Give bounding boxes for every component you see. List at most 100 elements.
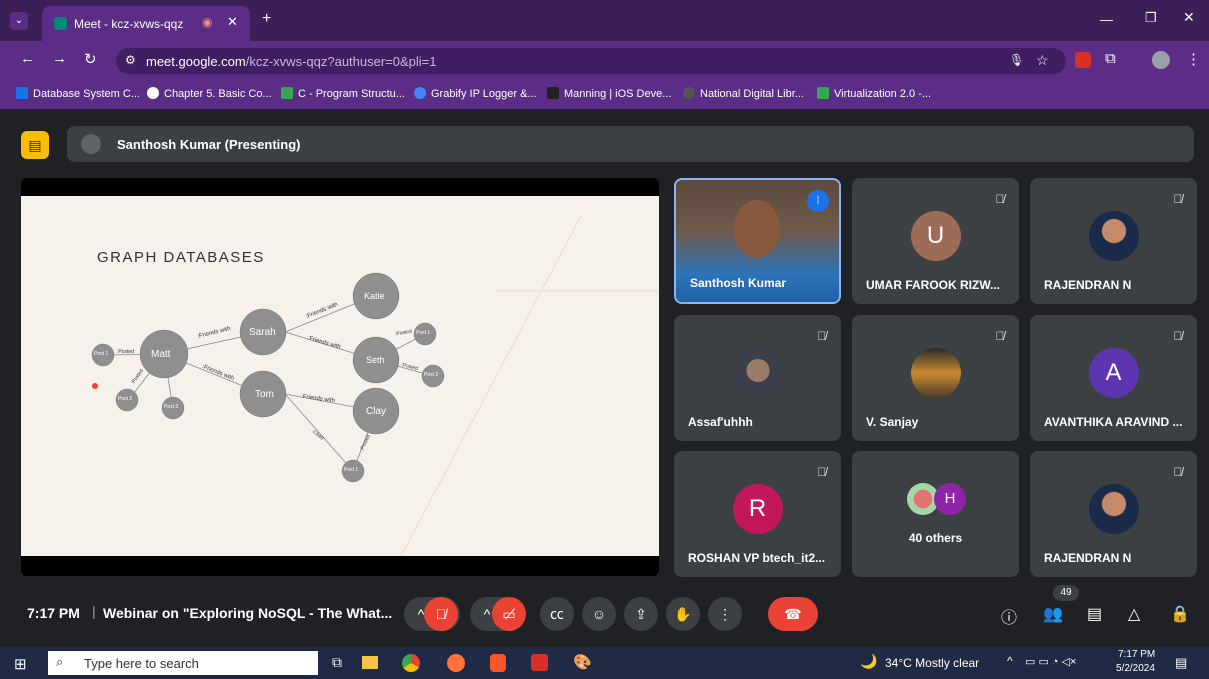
notifications-icon[interactable]: ▤ — [1175, 655, 1187, 671]
meet-favicon-icon — [54, 17, 67, 30]
node-label-seth-post1: Post 1 — [416, 330, 431, 336]
speaker-face — [734, 200, 780, 258]
node-label-tom: Tom — [255, 389, 274, 400]
node-label-clay-post1: Post 1 — [344, 467, 359, 473]
minimize-icon[interactable]: — — [1100, 12, 1113, 27]
chat-icon[interactable]: ▤ — [1087, 604, 1102, 624]
site-info-icon[interactable]: ⚙ — [125, 53, 136, 67]
chrome-icon[interactable] — [402, 654, 420, 672]
extensions-icon[interactable]: ⧉ — [1105, 50, 1116, 67]
profile-avatar-icon[interactable] — [1152, 51, 1170, 69]
url-text: meet.google.com/kcz-xvws-qqz?authuser=0&… — [146, 54, 437, 69]
avatar: R — [732, 484, 783, 534]
node-label-post1: Post 1 — [94, 351, 109, 357]
mic-toggle-button[interactable]: 🎙̸ — [424, 597, 458, 631]
info-icon[interactable]: ⓘ — [1001, 604, 1017, 628]
brave-icon[interactable] — [490, 654, 506, 672]
bookmark-3[interactable]: C - Program Structu... — [281, 87, 405, 100]
tab-title: Meet - kcz-xvws-qqz — [74, 17, 184, 31]
leave-call-button[interactable]: ☎ — [768, 597, 818, 631]
participant-tile[interactable]: 🎙̸ R ROSHAN VP btech_it2... — [674, 451, 841, 577]
acrobat-icon[interactable] — [531, 654, 548, 671]
node-label-post3: Post 3 — [164, 404, 179, 410]
participant-tile[interactable]: 🎙̸ V. Sanjay — [852, 315, 1019, 441]
clock-time[interactable]: 7:17 PM — [1118, 649, 1155, 660]
bookmark-star-icon[interactable]: ☆ — [1036, 52, 1049, 69]
bookmark-label: Virtualization 2.0 -... — [834, 88, 932, 100]
windows-start-icon[interactable]: ⊞ — [14, 655, 27, 673]
presenter-avatar — [81, 134, 101, 154]
bookmark-4[interactable]: Grabify IP Logger &... — [414, 87, 537, 100]
search-placeholder: Type here to search — [84, 656, 199, 671]
close-window-icon[interactable]: ✕ — [1183, 9, 1195, 26]
host-controls-icon[interactable]: 🔒 — [1170, 604, 1190, 624]
bookmark-favicon-icon — [147, 87, 159, 99]
restore-icon[interactable]: ❐ — [1145, 10, 1157, 26]
weather-text[interactable]: 34°C Mostly clear — [885, 656, 979, 670]
file-explorer-icon[interactable] — [362, 656, 378, 669]
raise-hand-button[interactable]: ✋ — [666, 597, 700, 631]
tray-icons[interactable]: ▭ ▭ ◔ ◁× — [1025, 655, 1076, 668]
mic-icon[interactable]: 🎙 — [1009, 53, 1024, 67]
new-tab-button[interactable]: + — [262, 10, 271, 28]
tray-chevron-icon[interactable]: ^ — [1007, 654, 1013, 668]
avatar — [910, 348, 961, 398]
others-tile[interactable]: H 40 others — [852, 451, 1019, 577]
participant-tile[interactable]: 🎙̸ RAJENDRAN N — [1030, 178, 1197, 304]
avatar — [1088, 484, 1139, 534]
back-icon[interactable]: ← — [20, 50, 35, 67]
more-options-button[interactable]: ⋮ — [708, 597, 742, 631]
participant-tile[interactable]: 🎙̸ A AVANTHIKA ARAVIND ... — [1030, 315, 1197, 441]
participant-tile[interactable]: 🎙̸ RAJENDRAN N — [1030, 451, 1197, 577]
bookmark-6[interactable]: National Digital Libr... — [683, 87, 804, 100]
activities-icon[interactable]: △ — [1128, 604, 1140, 624]
forward-icon[interactable]: → — [52, 50, 67, 67]
edge-label: :Posted — [117, 349, 134, 355]
muted-mic-icon: 🎙̸ — [995, 329, 1005, 343]
paint-icon[interactable]: 🎨 — [573, 653, 592, 671]
task-view-icon[interactable]: ⧉ — [332, 654, 342, 671]
tile-name: Santhosh Kumar — [690, 276, 787, 290]
browser-tab-meet[interactable]: Meet - kcz-xvws-qqz ◉ ✕ — [42, 6, 250, 41]
close-tab-icon[interactable]: ✕ — [227, 14, 238, 30]
bookmark-2[interactable]: Chapter 5. Basic Co... — [147, 87, 272, 100]
bookmark-label: C - Program Structu... — [298, 88, 405, 100]
node-label-clay: Clay — [366, 406, 387, 417]
people-icon[interactable]: 👥 — [1043, 604, 1063, 624]
presenting-banner: Santhosh Kumar (Presenting) — [67, 126, 1194, 162]
camera-toggle-button[interactable]: ▭̸ — [492, 597, 526, 631]
slide: GRAPH DATABASES Matt Sarah Tom Katie Set… — [21, 196, 659, 556]
tile-name: Assaf'uhhh — [688, 415, 753, 429]
participant-tile[interactable]: 🎙̸ Assaf'uhhh — [674, 315, 841, 441]
shared-screen: GRAPH DATABASES Matt Sarah Tom Katie Set… — [21, 178, 659, 576]
address-bar[interactable]: ⚙ meet.google.com/kcz-xvws-qqz?authuser=… — [116, 48, 1066, 74]
tab-search-button[interactable]: ⌄ — [10, 12, 28, 30]
weather-icon: 🌙 — [860, 653, 878, 669]
clock-date[interactable]: 5/2/2024 — [1116, 663, 1155, 674]
bookmark-label: Chapter 5. Basic Co... — [164, 88, 272, 100]
bookmark-1[interactable]: Database System C... — [16, 87, 140, 100]
tile-name: AVANTHIKA ARAVIND ... — [1044, 415, 1183, 429]
reload-icon[interactable]: ↻ — [84, 50, 97, 68]
captions-button[interactable]: ㏄ — [540, 597, 574, 631]
taskbar-search-input[interactable]: ⌕ Type here to search — [48, 651, 318, 675]
bookmark-label: National Digital Libr... — [700, 88, 804, 100]
node-label-katie: Katie — [364, 291, 385, 301]
tile-name: RAJENDRAN N — [1044, 278, 1132, 292]
presentation-icon[interactable]: ▤ — [21, 131, 49, 159]
avatar: U — [910, 211, 961, 261]
present-button[interactable]: ⇪ — [624, 597, 658, 631]
menu-icon[interactable]: ⋮ — [1186, 50, 1201, 68]
pdf-extension-icon[interactable] — [1075, 52, 1091, 68]
bookmark-7[interactable]: Virtualization 2.0 -... — [817, 87, 931, 100]
bookmark-5[interactable]: Manning | iOS Deve... — [547, 87, 671, 100]
muted-mic-icon: 🎙̸ — [1173, 329, 1183, 343]
muted-mic-icon: 🎙̸ — [817, 329, 827, 343]
participant-tile-active-speaker[interactable]: ⁞ Santhosh Kumar — [674, 178, 841, 304]
bookmark-favicon-icon — [281, 87, 293, 99]
node-label-seth: Seth — [366, 355, 385, 365]
participant-tile[interactable]: 🎙̸ U UMAR FAROOK RIZW... — [852, 178, 1019, 304]
reactions-button[interactable]: ☺ — [582, 597, 616, 631]
tile-name: V. Sanjay — [866, 415, 919, 429]
firefox-icon[interactable] — [447, 654, 465, 672]
